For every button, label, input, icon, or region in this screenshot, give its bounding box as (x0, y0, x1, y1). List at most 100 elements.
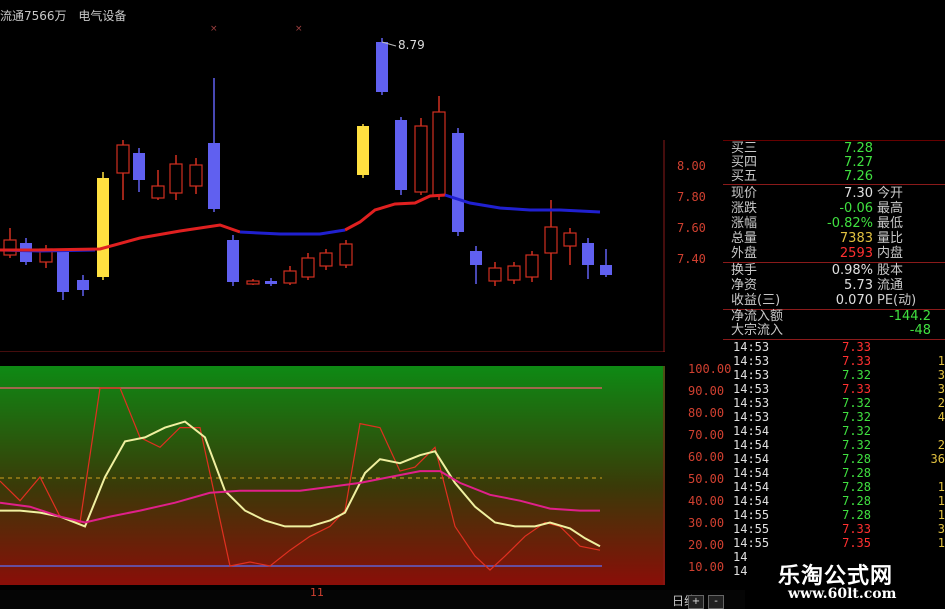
tick-time: 14:55 (733, 508, 770, 522)
tick-price: 7.33 (842, 354, 871, 368)
candle-body[interactable] (563, 232, 577, 247)
candle-body[interactable] (189, 164, 203, 187)
candle-body[interactable] (395, 120, 407, 190)
candle-body[interactable] (3, 239, 17, 256)
candle-body[interactable] (357, 126, 369, 175)
tick-row: 14:53 7.32 2 (731, 397, 945, 410)
tick-volume: 1 (937, 537, 945, 550)
extra-label-2: 股本 (877, 263, 904, 278)
indicator-chart[interactable] (0, 366, 665, 585)
stat-label: 涨幅 (731, 216, 758, 231)
watermark-url: www.60lt.com (788, 586, 897, 602)
tick-volume: 3 (937, 523, 945, 536)
candle-body[interactable] (319, 252, 333, 267)
extra-row: 换手 0.98% 股本 (731, 263, 945, 279)
zoom-out-button[interactable]: - (708, 595, 724, 609)
candle-body[interactable] (283, 270, 297, 284)
stat-label: 总量 (731, 231, 758, 246)
candle-body[interactable] (133, 153, 145, 180)
tick-volume: 1 (937, 355, 945, 368)
tick-volume: 4 (937, 411, 945, 424)
tick-row: 14:54 7.28 36 (731, 453, 945, 466)
price-tick: 7.80 (677, 190, 706, 204)
candle-body[interactable] (488, 267, 502, 282)
tick-row: 14:55 7.35 1 (731, 537, 945, 550)
tick-price: 7.35 (842, 536, 871, 550)
extra-row: 收益(三) 0.070 PE(动) (731, 293, 945, 309)
tick-row: 14:54 7.28 1 (731, 481, 945, 494)
candle-body[interactable] (208, 143, 220, 209)
tick-time: 14:53 (733, 396, 770, 410)
candle-body[interactable] (452, 133, 464, 232)
tick-volume: 1 (937, 481, 945, 494)
marker-x-2: × (295, 24, 303, 34)
candle-body[interactable] (414, 125, 428, 193)
indicator-tick: 30.00 (688, 516, 725, 530)
indicator-tick: 60.00 (688, 450, 725, 464)
candle-body[interactable] (582, 243, 594, 265)
candle-body[interactable] (57, 252, 69, 292)
tick-time: 14:54 (733, 494, 770, 508)
tick-volume: 1 (937, 509, 945, 522)
candle-body[interactable] (507, 265, 521, 281)
tick-volume: 1 (937, 495, 945, 508)
price-tick: 7.40 (677, 252, 706, 266)
indicator-scale: 100.00 90.00 80.00 70.00 60.00 50.00 40.… (665, 362, 731, 590)
indicator-background (0, 366, 665, 585)
candle-body[interactable] (169, 163, 183, 194)
candle-body[interactable] (525, 254, 539, 278)
stat-value: 7.30 (844, 186, 873, 201)
price-tick: 8.00 (677, 159, 706, 173)
candle-body[interactable] (116, 144, 130, 174)
stat-value: 2593 (839, 246, 873, 261)
candle-body[interactable] (600, 265, 612, 275)
candle-body[interactable] (544, 226, 558, 254)
extra-label: 收益(三) (731, 293, 781, 308)
candle-body[interactable] (301, 257, 315, 278)
stat-label-2: 最低 (877, 216, 904, 231)
flow-row: 大宗流入 -48 (731, 323, 945, 339)
flow-label: 大宗流入 (731, 323, 784, 338)
tick-volume: 2 (937, 397, 945, 410)
tick-row: 14:54 7.32 2 (731, 439, 945, 452)
stat-value: 7383 (839, 231, 873, 246)
tick-volume: 2 (937, 439, 945, 452)
bottom-bar: 11 日线 + - (0, 586, 745, 609)
tick-time: 14:53 (733, 382, 770, 396)
extra-row: 净资 5.73 流通 (731, 278, 945, 294)
candle-body[interactable] (246, 280, 260, 285)
extra-label: 净资 (731, 278, 758, 293)
tick-time: 14:53 (733, 340, 770, 354)
tick-volume: 3 (937, 383, 945, 396)
candle-body[interactable] (265, 281, 277, 284)
tick-row: 14:54 7.32 (731, 425, 945, 438)
x-axis-month-label: 11 (310, 586, 324, 599)
candle-body[interactable] (151, 185, 165, 199)
price-tick: 7.60 (677, 221, 706, 235)
stat-label: 现价 (731, 186, 758, 201)
tick-time: 14:54 (733, 452, 770, 466)
tick-price: 7.32 (842, 424, 871, 438)
candlestick-chart[interactable]: 8.79 × × (0, 0, 665, 352)
candle-body[interactable] (432, 111, 446, 197)
candle-body[interactable] (470, 251, 482, 265)
tick-time: 14:54 (733, 480, 770, 494)
flow-value: -48 (909, 323, 931, 338)
tick-time: 14:53 (733, 410, 770, 424)
indicator-tick: 20.00 (688, 538, 725, 552)
tick-price: 7.33 (842, 382, 871, 396)
indicator-tick: 50.00 (688, 472, 725, 486)
quote-panel: 买三 7.28 买四 7.27 买五 7.26 现价 7.30 今开 涨跌 -0… (723, 140, 945, 585)
tick-volume: 3 (937, 369, 945, 382)
candle-body[interactable] (227, 240, 239, 282)
extra-value: 0.98% (831, 263, 873, 278)
tick-row: 14:54 7.28 (731, 467, 945, 480)
tick-price: 7.32 (842, 410, 871, 424)
candle-body[interactable] (376, 42, 388, 92)
candle-body[interactable] (20, 243, 32, 262)
zoom-in-button[interactable]: + (688, 595, 704, 609)
tick-price: 7.32 (842, 368, 871, 382)
candle-body[interactable] (97, 178, 109, 277)
candle-body[interactable] (339, 243, 353, 266)
candle-body[interactable] (77, 280, 89, 290)
